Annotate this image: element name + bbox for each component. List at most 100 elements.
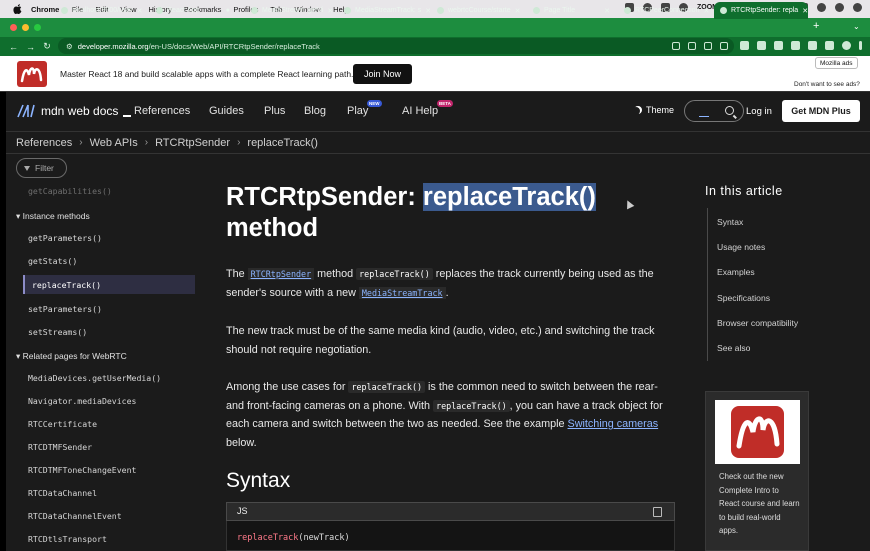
close-tab-icon[interactable]: ✕: [515, 7, 521, 15]
toc-link[interactable]: Examples: [717, 267, 755, 277]
install-icon[interactable]: [672, 42, 680, 50]
search-input[interactable]: [684, 100, 744, 122]
close-tab-icon[interactable]: ✕: [802, 7, 808, 15]
nav-references[interactable]: References: [134, 105, 190, 117]
ad-text[interactable]: Check out the new Complete Intro to Reac…: [719, 470, 801, 538]
new-tab-button[interactable]: +: [813, 20, 819, 32]
sidebar-section-instance-methods[interactable]: ▾ Instance methods: [16, 211, 90, 222]
sidebar-item-current[interactable]: replaceTrack(): [32, 280, 101, 290]
sidebar-section-related[interactable]: ▾ Related pages for WebRTC: [16, 351, 127, 362]
extension-icon[interactable]: [757, 41, 766, 50]
toc-link[interactable]: Syntax: [717, 217, 743, 227]
sidebar-item[interactable]: RTCDataChannel: [28, 488, 97, 498]
sidebar-item[interactable]: MediaDevices.getUserMedia(): [28, 373, 161, 383]
close-tab-icon[interactable]: ✕: [425, 7, 430, 15]
maximize-window-button[interactable]: [34, 24, 41, 31]
control-center-icon[interactable]: [835, 3, 844, 12]
sidebar-item[interactable]: Navigator.mediaDevices: [28, 396, 136, 406]
audio-icon[interactable]: ●: [226, 7, 230, 14]
ad-image[interactable]: [715, 400, 800, 464]
title-selected-text[interactable]: replaceTrack(): [422, 183, 596, 211]
forward-icon[interactable]: →: [26, 42, 35, 52]
extension-icon[interactable]: [740, 41, 749, 50]
side-panel-icon[interactable]: [825, 41, 834, 50]
close-tab-icon[interactable]: ✕: [703, 7, 709, 15]
browser-tab[interactable]: MediaStream: getVi ✕: [245, 2, 337, 19]
nav-ai-help[interactable]: AI Help BETA: [402, 100, 453, 117]
close-tab-icon[interactable]: ✕: [604, 7, 610, 15]
sidebar-item[interactable]: RTCDtlsTransport: [28, 534, 107, 544]
tab-search-icon[interactable]: ⌄: [853, 22, 860, 31]
get-mdn-plus-button[interactable]: Get MDN Plus: [782, 100, 860, 122]
sidebar-item[interactable]: RTCDataChannelEvent: [28, 511, 122, 521]
chrome-menu-icon[interactable]: [859, 41, 862, 50]
frontend-masters-logo[interactable]: [17, 61, 47, 87]
apple-icon[interactable]: [13, 4, 23, 14]
nav-guides[interactable]: Guides: [209, 105, 244, 117]
close-tab-icon[interactable]: ✕: [137, 7, 143, 15]
sidebar-item[interactable]: RTCCertificate: [28, 419, 97, 429]
browser-tab[interactable]: Page Title ✕: [527, 2, 615, 19]
nav-play[interactable]: Play NEW: [347, 100, 382, 117]
zoom-icon[interactable]: [688, 42, 696, 50]
browser-tab[interactable]: MediaStreamTrack: s ✕: [338, 2, 430, 19]
address-bar[interactable]: ⚙ developer.mozilla.org/en-US/docs/Web/A…: [58, 38, 734, 54]
browser-tab[interactable]: localhost:9000/user ✕: [55, 2, 145, 19]
sidebar-item[interactable]: RTCDTMFToneChangeEvent: [28, 465, 136, 475]
close-tab-icon[interactable]: ✕: [327, 7, 333, 15]
nav-blog[interactable]: Blog: [304, 105, 326, 117]
rtcrtpsender-link[interactable]: RTCRtpSender: [247, 268, 315, 280]
share-icon[interactable]: [704, 42, 712, 50]
frontend-masters-logo: [731, 406, 784, 458]
mdn-logo[interactable]: mdn web docs: [16, 104, 132, 118]
toc-link[interactable]: Specifications: [717, 293, 770, 303]
bookmark-star-icon[interactable]: [720, 42, 728, 50]
reload-icon[interactable]: ↻: [43, 41, 51, 52]
dont-want-ads-link[interactable]: Don't want to see ads?: [794, 81, 860, 88]
sidebar-item[interactable]: getParameters(): [28, 233, 102, 243]
browser-tab[interactable]: RTCPeerConnection ✕: [618, 2, 713, 19]
sidebar-item[interactable]: setParameters(): [28, 304, 102, 314]
minimize-window-button[interactable]: [22, 24, 29, 31]
search-icon[interactable]: [817, 3, 826, 12]
site-info-icon[interactable]: ⚙: [66, 42, 73, 51]
mediastreamtrack-link[interactable]: MediaStreamTrack: [358, 286, 446, 299]
ad-text[interactable]: Master React 18 and build scalable apps …: [60, 69, 353, 79]
search-icon[interactable]: [725, 106, 734, 115]
mozilla-ads-label[interactable]: Mozilla ads: [815, 57, 858, 69]
extension-icon[interactable]: [774, 41, 783, 50]
breadcrumb-item[interactable]: References: [16, 137, 72, 149]
paragraph: The new track must be of the same media …: [226, 325, 655, 356]
join-now-button[interactable]: Join Now: [353, 64, 412, 84]
tab-label: React App: [167, 7, 200, 14]
toc-link[interactable]: Usage notes: [717, 242, 765, 252]
sidebar-filter-button[interactable]: Filter: [16, 158, 67, 178]
sidebar-item[interactable]: getStats(): [28, 256, 77, 266]
side-ad[interactable]: Check out the new Complete Intro to Reac…: [705, 391, 809, 551]
breadcrumb-item[interactable]: RTCRtpSender: [155, 137, 230, 149]
clock-icon[interactable]: [853, 3, 862, 12]
back-icon[interactable]: ←: [9, 42, 18, 52]
extension-icon[interactable]: [791, 41, 800, 50]
mdn-header: mdn web docs References Guides Plus Blog…: [6, 92, 870, 132]
switching-cameras-link[interactable]: Switching cameras: [568, 418, 659, 430]
breadcrumb-item-current[interactable]: replaceTrack(): [247, 137, 318, 149]
close-window-button[interactable]: [10, 24, 17, 31]
toc-link[interactable]: Browser compatibility: [717, 318, 798, 328]
browser-tab-active[interactable]: RTCRtpSender: repla ✕: [714, 2, 808, 19]
profile-avatar[interactable]: [842, 41, 851, 50]
sidebar-item[interactable]: setStreams(): [28, 327, 87, 337]
sidebar-item[interactable]: getCapabilities(): [28, 186, 112, 196]
browser-tab[interactable]: webrtcCourse/starte ✕: [431, 2, 524, 19]
extensions-puzzle-icon[interactable]: [808, 41, 817, 50]
login-link[interactable]: Log in: [746, 106, 772, 117]
nav-plus[interactable]: Plus: [264, 105, 285, 117]
sidebar-item[interactable]: RTCDTMFSender: [28, 442, 92, 452]
toc-link[interactable]: See also: [717, 343, 750, 353]
theme-label: Theme: [646, 105, 675, 115]
theme-switcher[interactable]: Theme: [634, 105, 674, 115]
browser-tab[interactable]: React App ●: [150, 2, 235, 19]
title-prefix: RTCRtpSender:: [226, 183, 423, 211]
breadcrumb-item[interactable]: Web APIs: [90, 137, 138, 149]
copy-icon[interactable]: [653, 507, 662, 517]
